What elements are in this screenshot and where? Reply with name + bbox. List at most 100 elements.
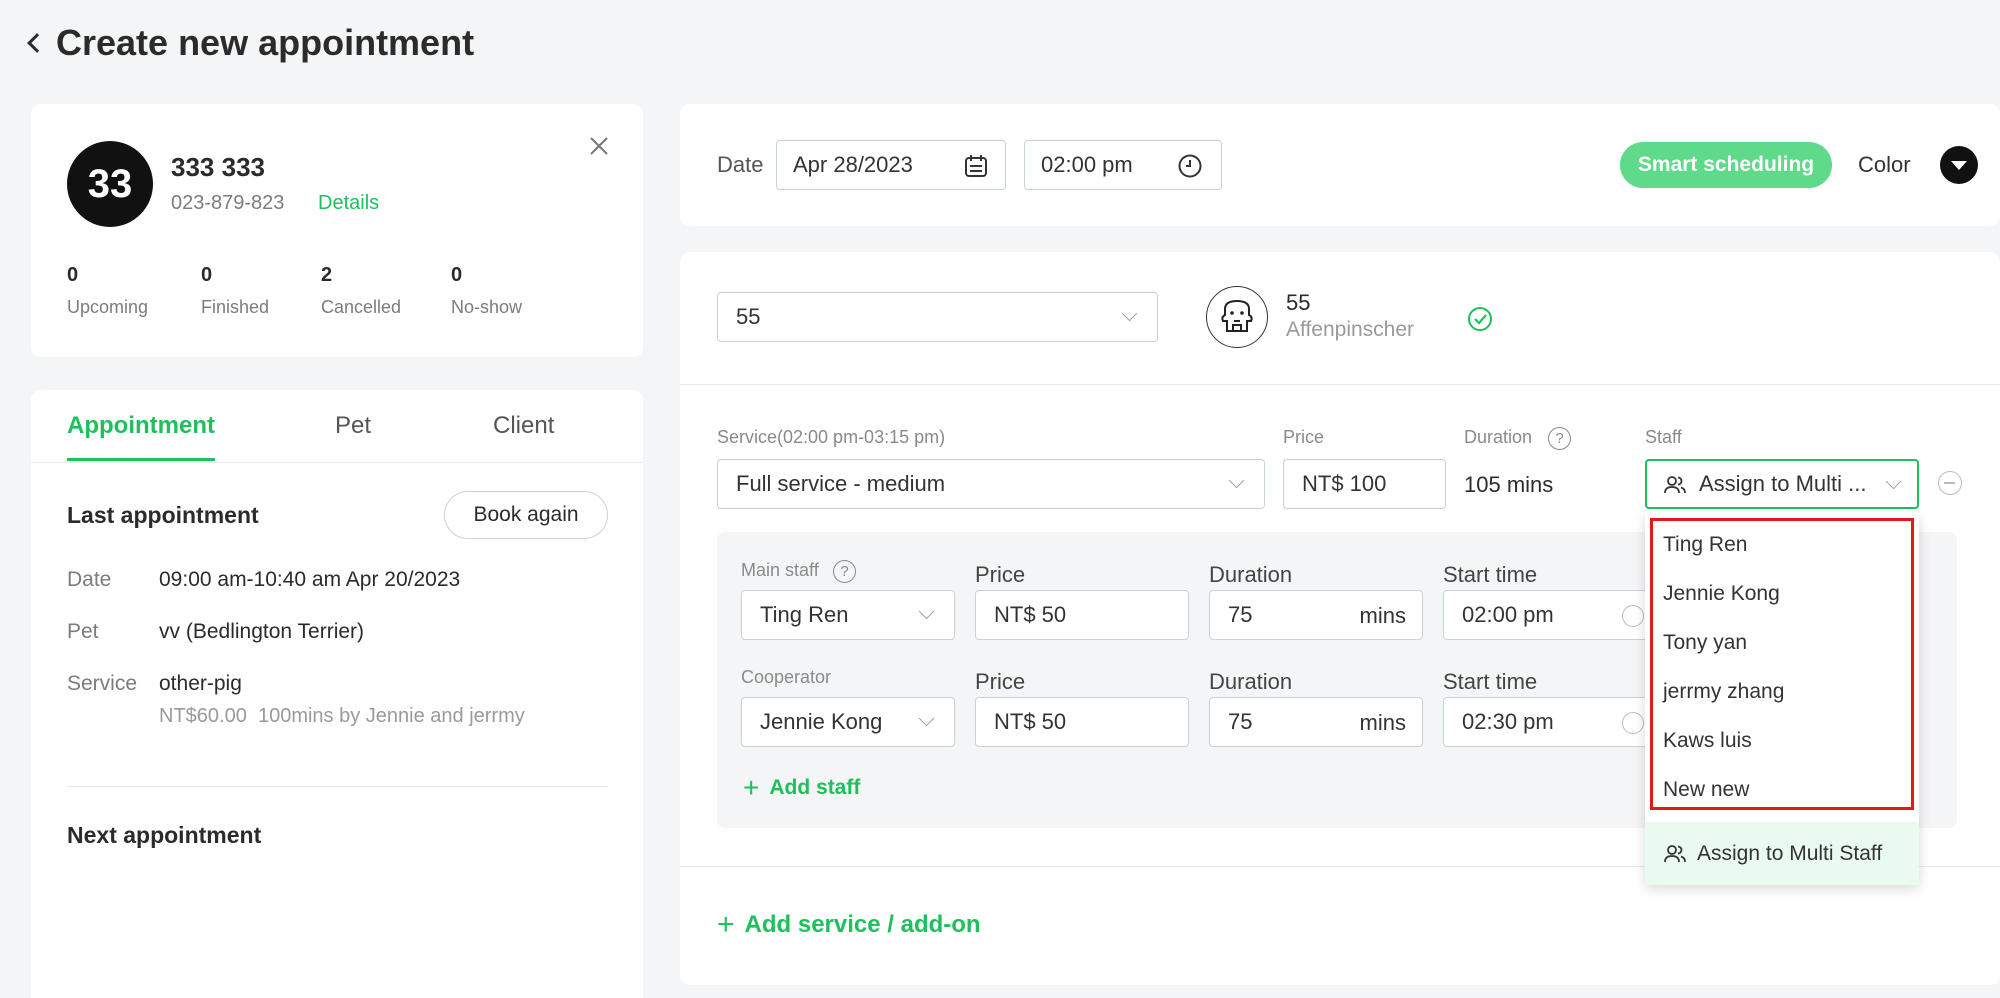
duration-label: Duration [1209,669,1293,694]
pet-select[interactable]: 55 [717,292,1158,342]
schedule-card: Date Apr 28/2023 02:00 pm Smart scheduli… [680,104,2000,226]
staff-option[interactable]: Jennie Kong [1663,582,1780,606]
client-card: 33 333 333 023-879-823 Details 0 Upcomin… [31,104,643,357]
users-icon [1663,843,1687,865]
tab-pet[interactable]: Pet [335,412,371,440]
add-staff-button[interactable]: + Add staff [743,774,860,802]
clock-icon [1622,712,1644,734]
clock-icon [1177,153,1203,185]
assign-multi-staff-option[interactable]: Assign to Multi Staff [1645,822,1919,885]
staff-select[interactable]: Assign to Multi ... [1645,459,1919,509]
pet-label: Pet [67,620,99,643]
plus-icon: + [743,772,760,803]
stat-label: No-show [451,297,523,317]
add-staff-label: Add staff [769,776,861,799]
calendar-icon [963,153,989,185]
cooperator-price-input[interactable]: NT$ 50 [975,697,1189,747]
help-icon[interactable]: ? [833,560,856,583]
check-circle-icon [1467,306,1493,337]
history-card: Appointment Pet Client Last appointment … [31,390,643,998]
chevron-down-icon [918,603,935,620]
cooperator-duration-value: 75 [1228,709,1253,734]
staff-option[interactable]: New new [1663,778,1749,802]
service-value: other-pig [159,672,242,695]
remove-service-icon[interactable] [1938,471,1962,495]
date-value: Apr 28/2023 [793,152,913,177]
price-label: Price [975,669,1026,694]
main-staff-start-input[interactable]: 02:00 pm [1443,590,1653,640]
section-divider [67,786,608,787]
cooperator-start-input[interactable]: 02:30 pm [1443,697,1653,747]
dropdown-highlight-box [1650,518,1914,810]
close-icon[interactable] [587,134,611,158]
client-phone: 023-879-823 [171,192,285,214]
add-service-button[interactable]: + Add service / add-on [717,910,981,940]
date-label: Date [717,152,764,177]
tab-appointment[interactable]: Appointment [67,412,215,440]
main-staff-select[interactable]: Ting Ren [741,590,955,640]
main-staff-price-value: NT$ 50 [994,602,1067,627]
pet-value: vv (Bedlington Terrier) [159,620,365,643]
chevron-down-icon [1228,472,1245,489]
client-name: 333 333 [171,152,265,182]
cooperator-duration-input[interactable]: 75 mins [1209,697,1423,747]
staff-select-value: Assign to Multi ... [1699,471,1867,496]
staff-option[interactable]: jerrmy zhang [1663,680,1784,704]
pet-divider [680,384,2000,385]
pet-select-value: 55 [736,304,761,329]
stat-value: 0 [201,264,213,286]
cooperator-select[interactable]: Jennie Kong [741,697,955,747]
stat-value: 0 [67,264,79,286]
pet-breed: Affenpinscher [1286,318,1415,341]
stat-cancelled: 2 Cancelled [321,264,401,318]
cooperator-value: Jennie Kong [760,709,883,734]
next-appointment-title: Next appointment [67,822,262,848]
main-staff-duration-input[interactable]: 75 mins [1209,590,1423,640]
chevron-down-icon [1121,305,1138,322]
stat-label: Finished [201,297,270,317]
plus-icon: + [717,908,735,941]
tab-divider [31,462,643,463]
back-chevron-icon[interactable] [27,33,47,53]
avatar: 33 [67,141,153,227]
page-title: Create new appointment [56,22,475,63]
cooperator-label: Cooperator [741,667,832,687]
time-picker[interactable]: 02:00 pm [1024,140,1222,190]
help-icon[interactable]: ? [1548,427,1571,450]
staff-label: Staff [1645,427,1682,447]
staff-option[interactable]: Tony yan [1663,631,1747,655]
service-price-input[interactable]: NT$ 100 [1283,459,1446,509]
tab-active-underline [67,458,215,461]
color-picker[interactable] [1940,146,1978,184]
stat-value: 2 [321,264,333,286]
duration-label: Duration [1464,427,1533,447]
chevron-down-icon [1885,473,1902,490]
dog-icon [1221,299,1253,332]
staff-option[interactable]: Kaws luis [1663,729,1752,753]
details-link[interactable]: Details [318,192,379,215]
staff-option[interactable]: Ting Ren [1663,533,1747,557]
price-label: Price [975,562,1026,587]
staff-dropdown: Ting Ren Jennie Kong Tony yan jerrmy zha… [1645,512,1919,885]
service-label: Service [67,672,138,695]
smart-scheduling-button[interactable]: Smart scheduling [1620,142,1832,188]
duration-label: Duration [1209,562,1293,587]
main-staff-value: Ting Ren [760,602,849,627]
caret-down-icon [1951,161,1967,170]
date-label: Date [67,568,112,591]
duration-unit: mins [1359,603,1406,628]
main-staff-label: Main staff [741,560,819,580]
tab-client[interactable]: Client [493,412,554,440]
service-duration-value: 105 mins [1464,472,1554,497]
pet-avatar [1206,286,1268,348]
date-picker[interactable]: Apr 28/2023 [776,140,1006,190]
service-select[interactable]: Full service - medium [717,459,1265,509]
start-time-label: Start time [1443,562,1538,587]
stat-upcoming: 0 Upcoming [67,264,148,318]
cooperator-start-value: 02:30 pm [1462,709,1554,734]
pet-name: 55 [1286,290,1311,315]
stat-finished: 0 Finished [201,264,269,318]
book-again-button[interactable]: Book again [444,491,608,539]
main-staff-price-input[interactable]: NT$ 50 [975,590,1189,640]
main-staff-start-value: 02:00 pm [1462,602,1554,627]
